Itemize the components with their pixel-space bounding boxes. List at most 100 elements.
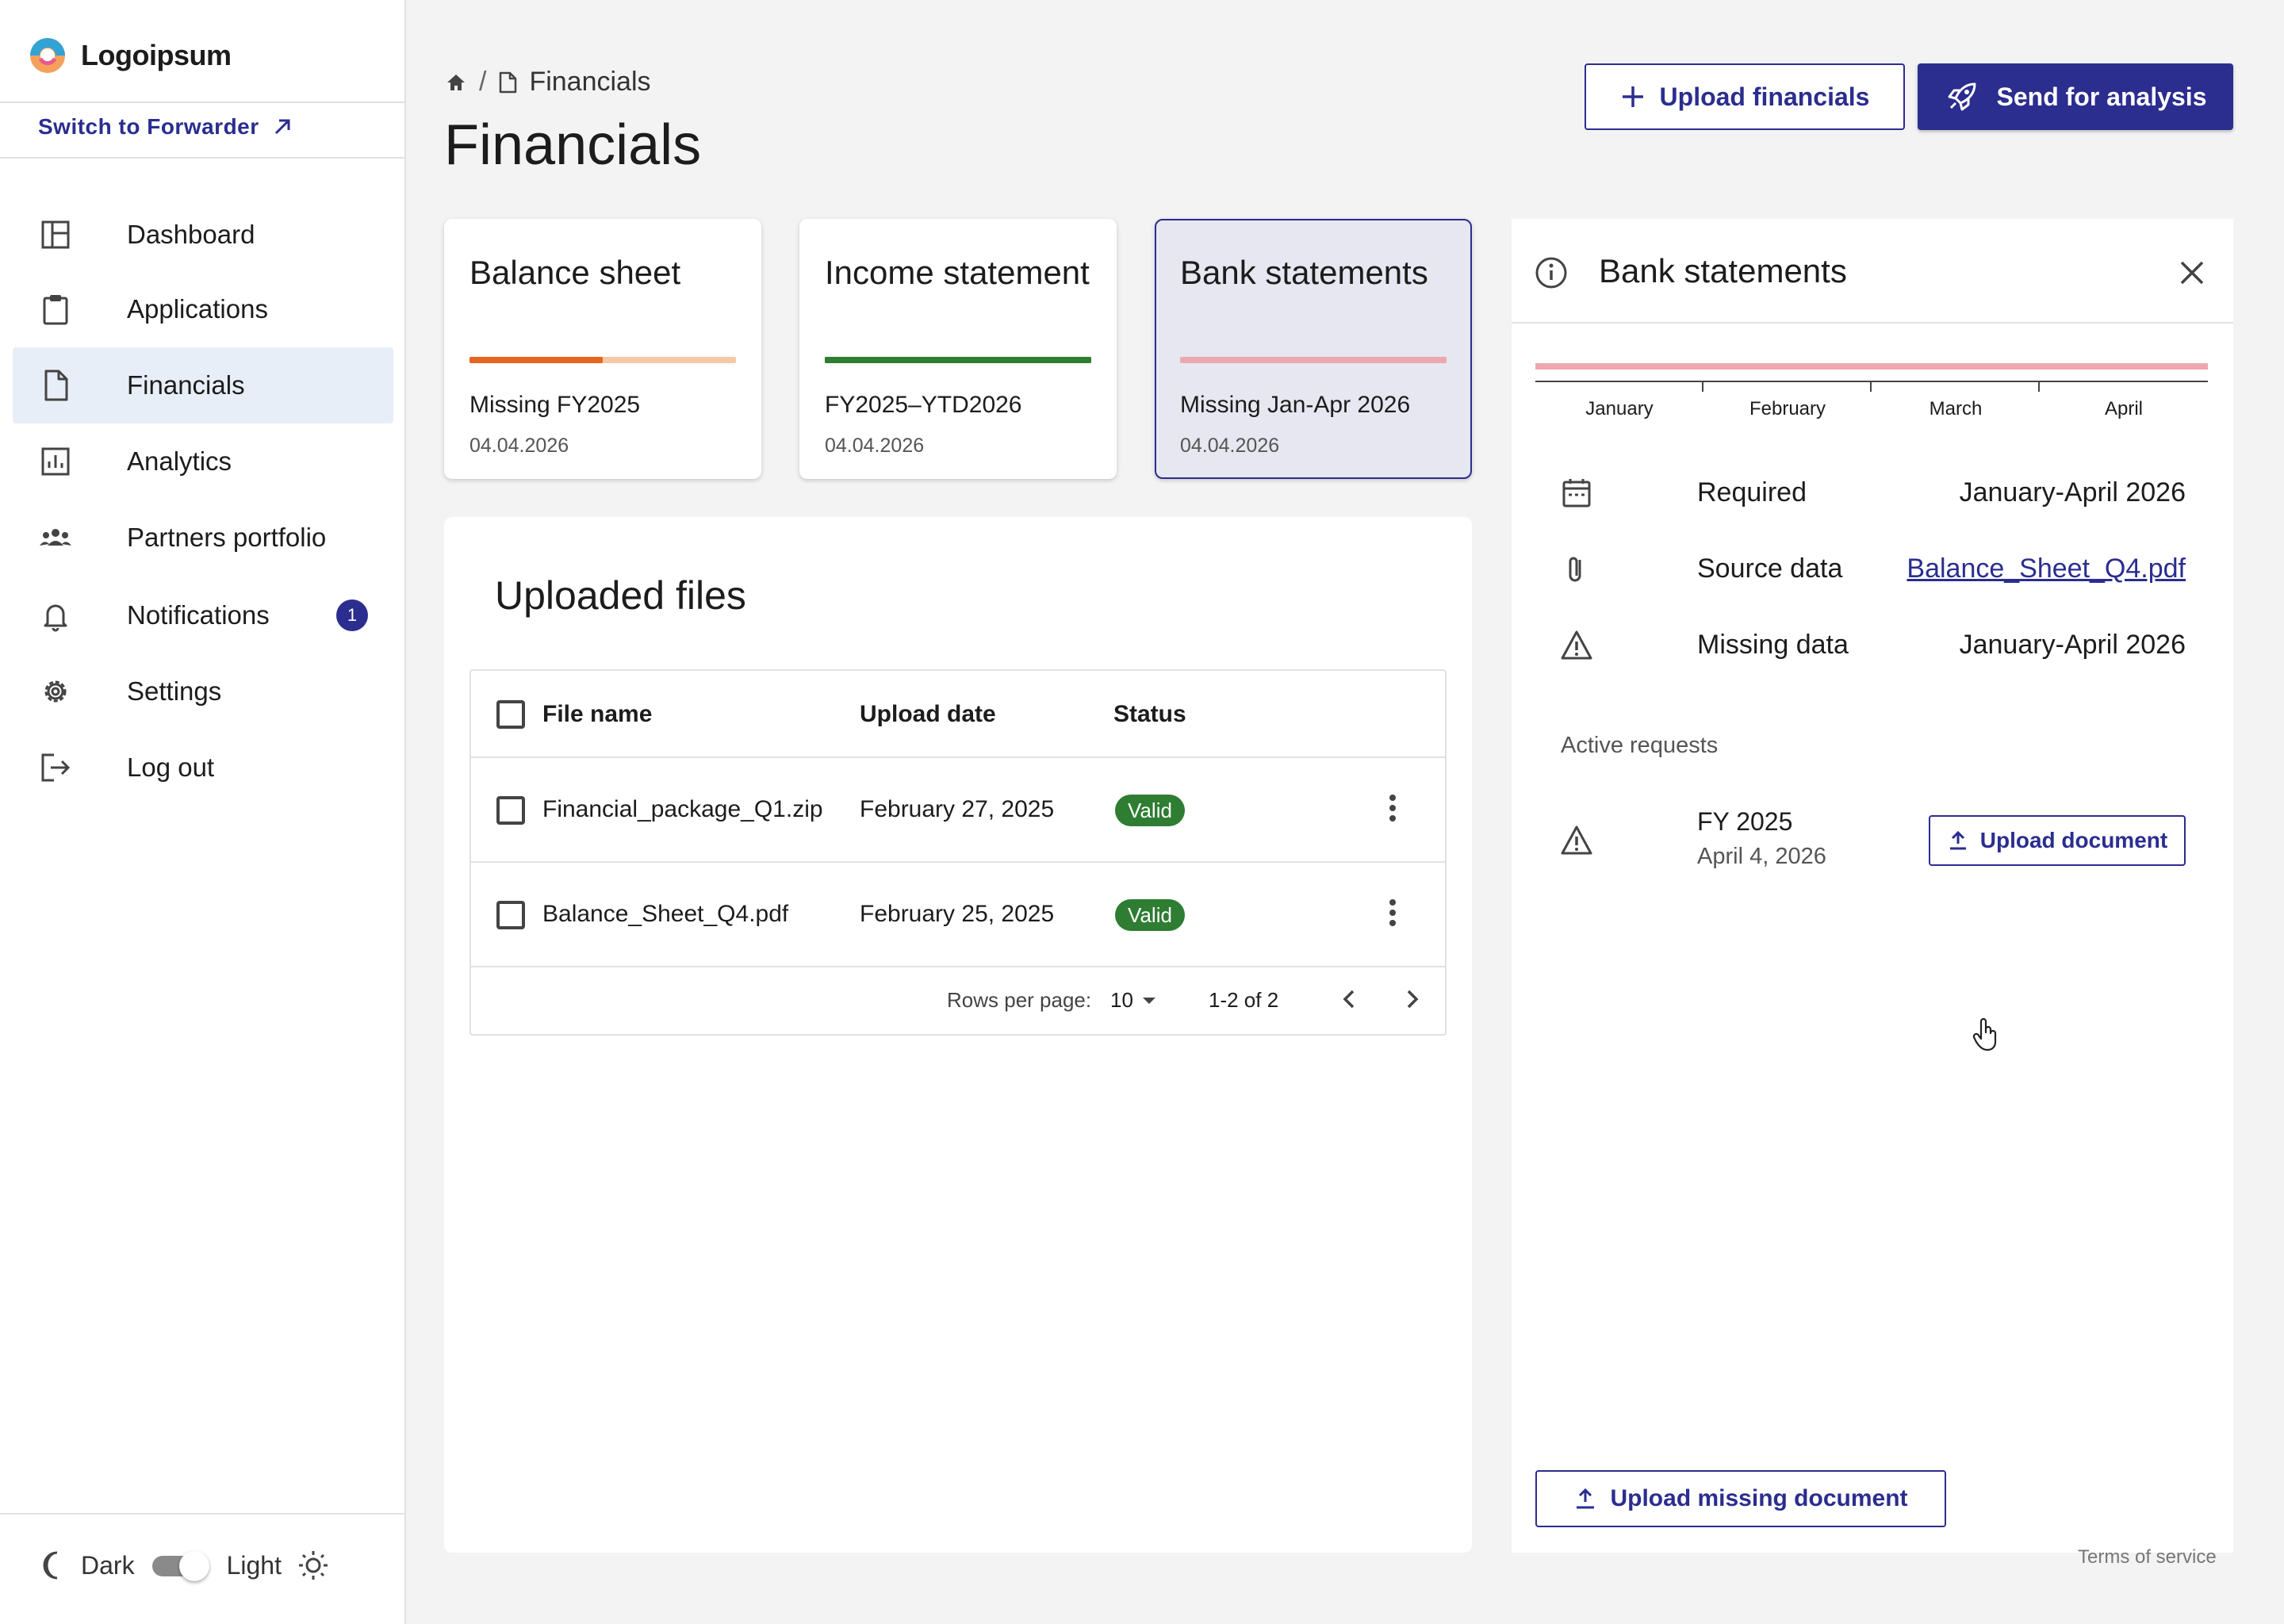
sidebar-item-applications[interactable]: Applications [13,271,393,347]
document-icon [44,370,68,401]
caret-down-icon [1142,997,1155,1004]
card-description: FY2025–YTD2026 [825,392,1022,418]
more-options-icon[interactable] [1388,795,1397,826]
bell-icon [44,604,67,632]
card-title: Balance sheet [469,254,681,291]
card-date: 04.04.2026 [825,435,925,457]
file-name-cell: Financial_package_Q1.zip [542,796,823,822]
card-date: 04.04.2026 [469,435,569,457]
sidebar-item-label: Analytics [127,446,232,476]
paperclip-icon [1569,557,1581,582]
sidebar-item-label: Financials [127,370,245,400]
card-balance-sheet[interactable]: Balance sheet Missing FY2025 04.04.2026 [444,219,761,479]
dark-label: Dark [81,1550,135,1580]
card-bank-statements[interactable]: Bank statements Missing Jan-Apr 2026 04.… [1155,219,1472,479]
send-for-analysis-button[interactable]: Send for analysis [1918,63,2233,130]
row-checkbox[interactable] [496,796,525,825]
status-badge: Valid [1115,899,1185,931]
warning-icon [1561,825,1592,855]
card-progress-bar [469,357,736,363]
info-icon [1535,257,1567,289]
logout-icon [41,753,71,782]
sidebar-item-partners-portfolio[interactable]: Partners portfolio [13,500,393,576]
dashboard-icon [41,220,70,249]
upload-icon [1949,830,1966,850]
info-label: Source data [1697,553,1843,584]
timeline-axis [1535,381,2208,382]
rocket-icon [1948,82,1976,111]
more-options-icon[interactable] [1388,899,1397,931]
brand-logo[interactable]: Logoipsum [24,35,232,76]
request-title: FY 2025 [1697,807,1793,836]
upload-icon [1577,1488,1595,1509]
divider [0,1513,406,1515]
timeline-tick [1702,381,1703,392]
card-income-statement[interactable]: Income statement FY2025–YTD2026 04.04.20… [799,219,1117,479]
warning-icon [1561,630,1592,660]
plus-icon [1622,86,1643,107]
sidebar: Logoipsum Switch to Forwarder Dashboard … [0,0,406,1624]
table-header-row: File name Upload date Status [471,671,1445,758]
theme-toggle[interactable] [149,1551,213,1581]
sidebar-item-label: Settings [127,676,222,706]
theme-switcher: Dark Light [38,1548,331,1583]
chevron-left-icon[interactable] [1339,986,1361,1012]
rows-per-page-select[interactable]: 10 [1110,988,1157,1013]
terms-of-service-link[interactable]: Terms of service [2078,1546,2217,1568]
notification-count-badge: 1 [336,599,368,631]
select-all-checkbox[interactable] [496,700,525,729]
gear-icon [44,680,67,703]
table-row[interactable]: Financial_package_Q1.zip February 27, 20… [471,758,1445,863]
card-title: Income statement [825,254,1090,291]
clipboard-icon [43,295,68,325]
switch-to-forwarder-link[interactable]: Switch to Forwarder [38,114,293,140]
timeline-tick [2038,381,2040,392]
moon-icon [43,1551,58,1580]
people-icon [40,529,71,546]
sidebar-item-analytics[interactable]: Analytics [13,423,393,500]
hand-cursor-icon [1972,1017,1997,1051]
card-progress-fill [469,357,603,363]
file-name-cell: Balance_Sheet_Q4.pdf [542,901,789,927]
info-row-source-data: Source data Balance_Sheet_Q4.pdf [1559,546,2186,593]
sidebar-item-label: Log out [127,753,215,782]
info-label: Missing data [1697,630,1849,660]
breadcrumb: / Financials [444,67,651,98]
upload-financials-button[interactable]: Upload financials [1585,63,1905,130]
sidebar-item-settings[interactable]: Settings [13,653,393,730]
bar-chart-icon [41,447,70,476]
home-icon[interactable] [444,71,468,94]
column-header-file-name[interactable]: File name [542,701,652,728]
sidebar-item-notifications[interactable]: Notifications 1 [13,577,393,653]
timeline-tick [1870,381,1872,392]
close-icon[interactable] [2178,259,2206,287]
upload-document-button[interactable]: Upload document [1929,815,2186,866]
sidebar-item-dashboard[interactable]: Dashboard [13,197,393,273]
document-icon [500,71,517,93]
upload-date-cell: February 27, 2025 [860,796,1055,822]
column-header-status[interactable]: Status [1113,701,1186,728]
sidebar-item-financials[interactable]: Financials [13,347,393,423]
upload-date-cell: February 25, 2025 [860,901,1055,927]
info-value: January-April 2026 [1959,630,2186,660]
sun-icon [298,1551,328,1580]
info-value: January-April 2026 [1959,477,2186,508]
upload-financials-label: Upload financials [1659,82,1870,111]
info-row-missing-data: Missing data January-April 2026 [1559,622,2186,669]
detail-title: Bank statements [1599,252,1847,289]
upload-missing-document-label: Upload missing document [1610,1485,1908,1511]
breadcrumb-current: Financials [529,67,651,97]
sidebar-item-log-out[interactable]: Log out [13,730,393,806]
card-date: 04.04.2026 [1180,435,1280,457]
table-row[interactable]: Balance_Sheet_Q4.pdf February 25, 2025 V… [471,863,1445,967]
column-header-upload-date[interactable]: Upload date [860,701,996,728]
page-title: Financials [444,113,702,177]
chevron-right-icon[interactable] [1401,986,1423,1012]
sidebar-item-label: Notifications [127,600,270,630]
row-checkbox[interactable] [496,901,525,929]
card-progress-fill [825,357,1091,363]
upload-missing-document-button[interactable]: Upload missing document [1535,1470,1946,1527]
rows-per-page-label: Rows per page: [947,988,1092,1012]
logo-icon [30,38,65,73]
source-file-link[interactable]: Balance_Sheet_Q4.pdf [1907,553,2186,584]
